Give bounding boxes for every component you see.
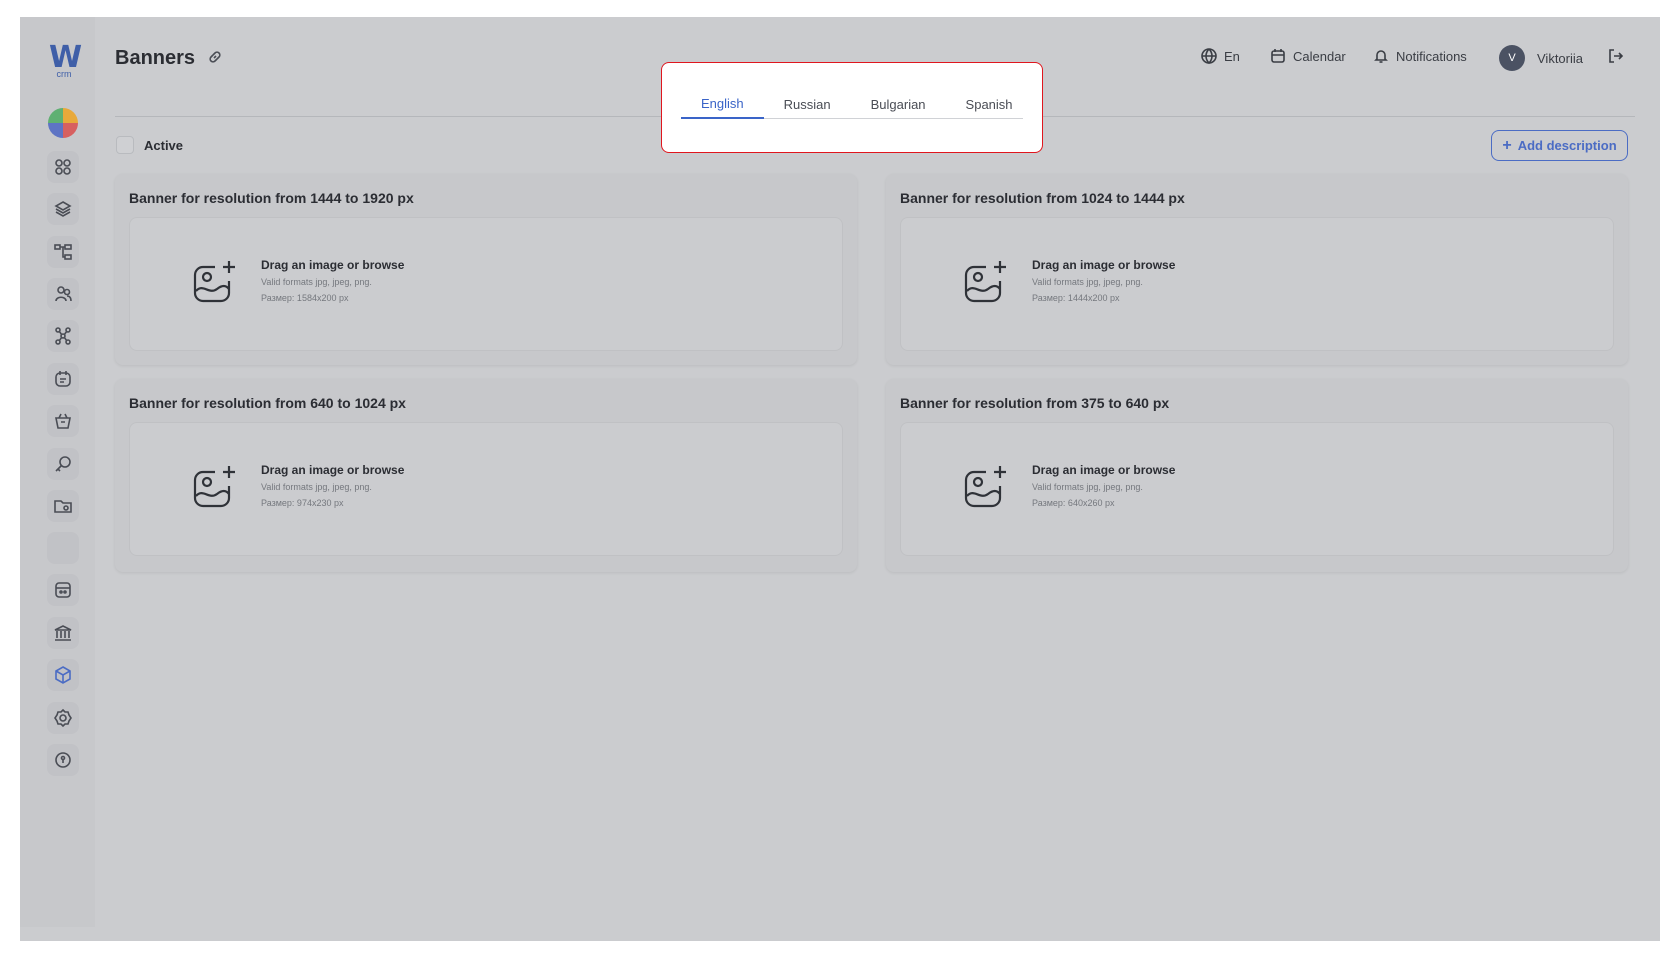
dropzone-label[interactable]: Drag an image or browse xyxy=(1032,463,1175,477)
banner-card: Banner for resolution from 1444 to 1920 … xyxy=(115,174,857,365)
link-icon[interactable] xyxy=(207,49,223,65)
tab-bulgarian[interactable]: Bulgarian xyxy=(851,89,946,119)
language-label: En xyxy=(1224,48,1240,64)
page-title: Banners xyxy=(115,47,196,69)
sidebar-item-notes[interactable] xyxy=(47,363,79,395)
sidebar-item-folder[interactable] xyxy=(47,490,79,522)
image-dropzone[interactable]: Drag an image or browse Valid formats jp… xyxy=(900,422,1614,556)
avatar: V xyxy=(1499,45,1525,71)
banner-card: Banner for resolution from 640 to 1024 p… xyxy=(115,379,857,572)
sidebar-item-basket[interactable] xyxy=(47,405,79,437)
dropzone-label[interactable]: Drag an image or browse xyxy=(261,258,404,272)
tree-icon xyxy=(54,244,72,260)
banner-card: Banner for resolution from 375 to 640 px… xyxy=(886,379,1628,572)
active-checkbox[interactable] xyxy=(116,136,134,154)
shield-icon xyxy=(55,752,71,768)
dropzone-formats: Valid formats jpg, jpeg, png. xyxy=(1032,277,1143,287)
banner-title: Banner for resolution from 1444 to 1920 … xyxy=(129,190,414,206)
settings-icon xyxy=(54,708,72,728)
cube-icon xyxy=(55,666,71,684)
add-image-icon xyxy=(960,462,1010,512)
banner-title: Banner for resolution from 640 to 1024 p… xyxy=(129,395,406,411)
image-dropzone[interactable]: Drag an image or browse Valid formats jp… xyxy=(900,217,1614,351)
dropzone-formats: Valid formats jpg, jpeg, png. xyxy=(261,482,372,492)
add-description-label: Add description xyxy=(1517,138,1617,153)
sidebar-item-shield[interactable] xyxy=(47,744,79,776)
banner-title: Banner for resolution from 1024 to 1444 … xyxy=(900,190,1185,206)
logout-icon xyxy=(1609,49,1624,63)
sidebar-item-bank[interactable] xyxy=(47,617,79,649)
sidebar-item-key[interactable] xyxy=(47,448,79,480)
sidebar-item-blank[interactable] xyxy=(47,532,79,564)
add-image-icon xyxy=(189,462,239,512)
users-icon xyxy=(55,286,72,302)
dropzone-label[interactable]: Drag an image or browse xyxy=(1032,258,1175,272)
language-tabs: English Russian Bulgarian Spanish xyxy=(681,89,1023,119)
basket-icon xyxy=(55,413,71,429)
user-menu[interactable]: V Viktoriia xyxy=(1499,45,1583,71)
tab-english[interactable]: English xyxy=(681,89,764,119)
layers-icon xyxy=(54,201,72,217)
logout-button[interactable] xyxy=(1606,47,1624,65)
add-image-icon xyxy=(960,257,1010,307)
notifications-label: Notifications xyxy=(1396,48,1467,64)
wallet-icon xyxy=(55,582,71,598)
calendar-link[interactable]: Calendar xyxy=(1269,47,1346,65)
tab-spanish[interactable]: Spanish xyxy=(946,89,1033,119)
dropzone-size: Размер: 1444x200 px xyxy=(1032,293,1120,303)
sidebar-item-tree[interactable] xyxy=(47,236,79,268)
image-dropzone[interactable]: Drag an image or browse Valid formats jp… xyxy=(129,217,843,351)
bell-icon xyxy=(1374,50,1388,63)
sidebar-item-network[interactable] xyxy=(47,320,79,352)
notifications-link[interactable]: Notifications xyxy=(1372,47,1467,65)
pie-icon[interactable] xyxy=(48,108,78,138)
sidebar-item-dashboard[interactable] xyxy=(47,151,79,183)
sidebar-item-users[interactable] xyxy=(47,278,79,310)
dropzone-size: Размер: 640x260 px xyxy=(1032,498,1115,508)
globe-icon xyxy=(1201,48,1217,65)
dropzone-label[interactable]: Drag an image or browse xyxy=(261,463,404,477)
calendar-label: Calendar xyxy=(1293,48,1346,64)
key-icon xyxy=(55,456,71,472)
active-label: Active xyxy=(144,137,184,153)
notes-icon xyxy=(55,371,71,387)
sidebar-item-wallet[interactable] xyxy=(47,574,79,606)
dropzone-formats: Valid formats jpg, jpeg, png. xyxy=(1032,482,1143,492)
logo[interactable]: W crm xyxy=(46,43,82,80)
app-window: W crm Banners En Calendar Notifications … xyxy=(20,17,1660,941)
active-toggle[interactable]: Active xyxy=(116,136,183,154)
language-selector[interactable]: En xyxy=(1200,47,1240,65)
banner-card: Banner for resolution from 1024 to 1444 … xyxy=(886,174,1628,365)
user-name: Viktoriia xyxy=(1537,50,1584,66)
sidebar-item-settings[interactable] xyxy=(47,702,79,734)
dropzone-size: Размер: 974x230 px xyxy=(261,498,344,508)
tab-russian[interactable]: Russian xyxy=(764,89,851,119)
folder-icon xyxy=(54,500,72,513)
add-image-icon xyxy=(189,257,239,307)
dropzone-formats: Valid formats jpg, jpeg, png. xyxy=(261,277,372,287)
sidebar-item-layers[interactable] xyxy=(47,193,79,225)
bank-icon xyxy=(54,625,72,641)
sidebar: W crm xyxy=(20,17,95,927)
dropzone-size: Размер: 1584x200 px xyxy=(261,293,349,303)
add-description-button[interactable]: + Add description xyxy=(1491,130,1628,161)
calendar-icon xyxy=(1271,49,1285,63)
plus-icon: + xyxy=(1502,136,1512,154)
sidebar-item-cube[interactable] xyxy=(47,659,79,691)
dashboard-icon xyxy=(55,159,71,175)
banner-title: Banner for resolution from 375 to 640 px xyxy=(900,395,1170,411)
image-dropzone[interactable]: Drag an image or browse Valid formats jp… xyxy=(129,422,843,556)
language-tabs-popup: English Russian Bulgarian Spanish xyxy=(661,62,1043,153)
network-icon xyxy=(55,327,71,345)
